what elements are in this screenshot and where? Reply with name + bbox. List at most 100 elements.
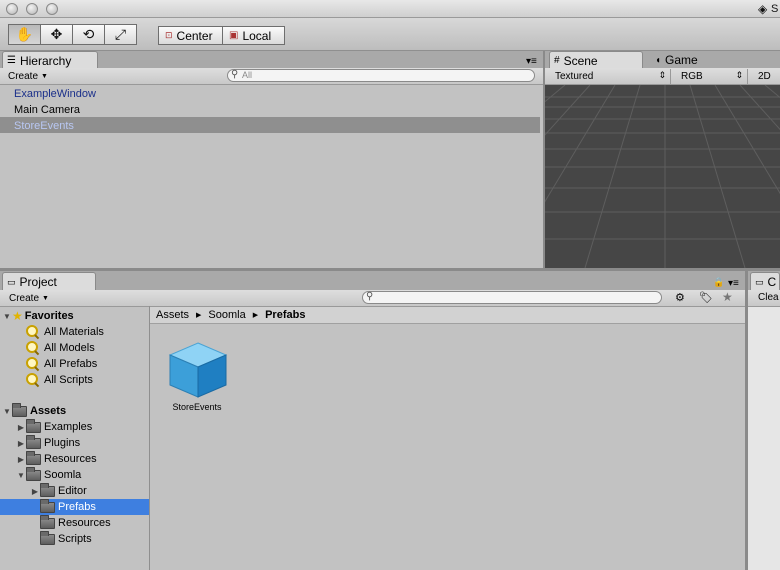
tab-scene[interactable]: # Scene bbox=[549, 51, 643, 69]
pivot-mode-button[interactable]: ⊡ Center bbox=[158, 26, 223, 45]
hierarchy-item-examplewindow[interactable]: ExampleWindow bbox=[14, 88, 96, 100]
breadcrumb-assets[interactable]: Assets bbox=[156, 309, 189, 321]
grid-icon: # bbox=[554, 55, 560, 66]
folder-icon bbox=[26, 434, 41, 449]
folder-icon bbox=[26, 418, 41, 433]
folder-icon bbox=[26, 450, 41, 465]
folder-icon bbox=[40, 530, 55, 545]
tab-game[interactable]: ◖ Game bbox=[651, 51, 731, 69]
tab-right-panel-label: C bbox=[767, 275, 777, 289]
scale-tool-button[interactable]: ⤢ bbox=[104, 24, 137, 45]
scene-viewport[interactable] bbox=[545, 85, 780, 268]
prefab-asset-storeevents[interactable] bbox=[166, 339, 230, 403]
project-create-label: Create bbox=[9, 293, 40, 304]
breadcrumb-path: Assets ▶ Soomla ▶ Prefabs bbox=[156, 309, 305, 321]
expand-arrow-icon[interactable]: ▼ bbox=[2, 312, 12, 321]
render-mode-label: Textured bbox=[555, 71, 594, 82]
saved-search-icon bbox=[26, 373, 40, 387]
folder-label: Resources bbox=[58, 517, 111, 529]
dropdown-arrow-icon: ▼ bbox=[41, 73, 48, 80]
updown-arrow-icon: ⇕ bbox=[658, 70, 666, 80]
folder-soomla-prefabs[interactable]: Prefabs bbox=[30, 498, 96, 515]
color-mode-dropdown[interactable]: RGB ⇕ bbox=[676, 69, 748, 84]
updown-arrow-icon: ⇕ bbox=[735, 70, 743, 80]
collapse-arrow-icon[interactable]: ▶ bbox=[16, 423, 26, 432]
pacman-icon: ◖ bbox=[655, 54, 662, 66]
prefab-asset-label[interactable]: StoreEvents bbox=[152, 402, 242, 412]
folder-soomla-scripts[interactable]: Scripts bbox=[30, 530, 92, 547]
tab-project-label: Project bbox=[19, 275, 57, 289]
prefab-cube-icon bbox=[168, 342, 228, 398]
window-title: S bbox=[771, 3, 779, 15]
saved-search-icon bbox=[26, 357, 40, 371]
2d-mode-label: 2D bbox=[758, 71, 771, 82]
panel-menu-icon[interactable]: ▾≡ bbox=[526, 56, 537, 67]
breadcrumb-separator-icon: ▶ bbox=[196, 312, 202, 319]
favorite-label: All Models bbox=[44, 342, 95, 354]
search-by-label-icon[interactable]: 🏷 bbox=[699, 291, 713, 304]
folder-label: Prefabs bbox=[58, 501, 96, 513]
pivot-rotation-button[interactable]: ▣ Local bbox=[222, 26, 285, 45]
collapse-arrow-icon[interactable]: ▶ bbox=[16, 439, 26, 448]
color-mode-label: RGB bbox=[681, 71, 703, 82]
folder-icon bbox=[40, 514, 55, 529]
folder-label: Soomla bbox=[44, 469, 82, 481]
project-search-input[interactable]: ⚲ bbox=[362, 291, 662, 304]
favorite-all-models[interactable]: All Models bbox=[26, 340, 95, 356]
assets-label: Assets bbox=[30, 405, 67, 417]
folder-soomla-editor[interactable]: ▶ Editor bbox=[30, 482, 87, 499]
close-window-button[interactable] bbox=[6, 3, 18, 15]
folder-icon bbox=[40, 498, 55, 513]
search-by-type-icon[interactable]: ⚙ bbox=[675, 291, 685, 304]
breadcrumb-prefabs[interactable]: Prefabs bbox=[265, 309, 305, 321]
expand-arrow-icon[interactable]: ▼ bbox=[2, 407, 12, 416]
folder-examples[interactable]: ▶ Examples bbox=[16, 418, 93, 435]
folder-label: Examples bbox=[44, 421, 93, 433]
lock-icon[interactable]: 🔒 bbox=[713, 277, 724, 288]
minimize-window-button[interactable] bbox=[26, 3, 38, 15]
search-icon: ⚲ bbox=[366, 291, 374, 302]
hand-tool-button[interactable]: ✋ bbox=[8, 24, 41, 45]
hierarchy-search-input[interactable]: ⚲ All bbox=[227, 69, 535, 82]
render-mode-dropdown[interactable]: Textured ⇕ bbox=[550, 69, 671, 84]
tab-hierarchy-label: Hierarchy bbox=[19, 53, 72, 68]
collapse-arrow-icon[interactable]: ▶ bbox=[30, 487, 40, 496]
hierarchy-create-button[interactable]: Create ▼ bbox=[4, 69, 52, 84]
pivot-center-icon: ⊡ bbox=[165, 30, 173, 40]
move-tool-button[interactable]: ✥ bbox=[40, 24, 73, 45]
rotate-tool-button[interactable]: ⟲ bbox=[72, 24, 105, 45]
folder-label: Editor bbox=[58, 485, 87, 497]
panel-menu-icon[interactable]: ▾≡ bbox=[728, 278, 739, 289]
assets-folder-item[interactable]: ▼ Assets bbox=[2, 402, 67, 419]
breadcrumb-soomla[interactable]: Soomla bbox=[208, 309, 245, 321]
folder-soomla[interactable]: ▼ Soomla bbox=[16, 466, 82, 483]
expand-arrow-icon[interactable]: ▼ bbox=[16, 471, 26, 480]
project-create-button[interactable]: Create ▼ bbox=[5, 291, 53, 306]
pivot-rotation-label: Local bbox=[242, 28, 272, 43]
hierarchy-item-main-camera[interactable]: Main Camera bbox=[14, 104, 80, 116]
scale-icon: ⤢ bbox=[114, 26, 127, 42]
2d-mode-toggle[interactable]: 2D bbox=[753, 69, 780, 84]
tab-right-panel[interactable]: ▭ C bbox=[750, 272, 780, 291]
hierarchy-item-storeevents[interactable]: StoreEvents bbox=[14, 120, 74, 132]
collapse-arrow-icon[interactable]: ▶ bbox=[16, 455, 26, 464]
hierarchy-list bbox=[0, 85, 543, 268]
favorite-all-materials[interactable]: All Materials bbox=[26, 324, 104, 340]
folder-plugins[interactable]: ▶ Plugins bbox=[16, 434, 80, 451]
zoom-window-button[interactable] bbox=[46, 3, 58, 15]
favorites-item[interactable]: ▼ ★ Favorites bbox=[2, 308, 74, 324]
folder-resources[interactable]: ▶ Resources bbox=[16, 450, 97, 467]
favorite-all-prefabs[interactable]: All Prefabs bbox=[26, 356, 97, 372]
folder-soomla-resources[interactable]: Resources bbox=[30, 514, 111, 531]
window-titlebar bbox=[0, 0, 780, 18]
favorites-star-icon[interactable]: ★ bbox=[722, 290, 733, 304]
folder-label: Resources bbox=[44, 453, 97, 465]
breadcrumb-separator-icon: ▶ bbox=[252, 312, 259, 319]
clear-button[interactable]: Clea bbox=[758, 292, 779, 303]
favorite-all-scripts[interactable]: All Scripts bbox=[26, 372, 93, 388]
search-icon: ⚲ bbox=[231, 69, 239, 80]
tab-hierarchy[interactable]: ☰ Hierarchy bbox=[2, 51, 98, 69]
saved-search-icon bbox=[26, 341, 40, 355]
tab-project[interactable]: ▭ Project bbox=[2, 272, 96, 291]
folder-icon bbox=[12, 402, 27, 417]
